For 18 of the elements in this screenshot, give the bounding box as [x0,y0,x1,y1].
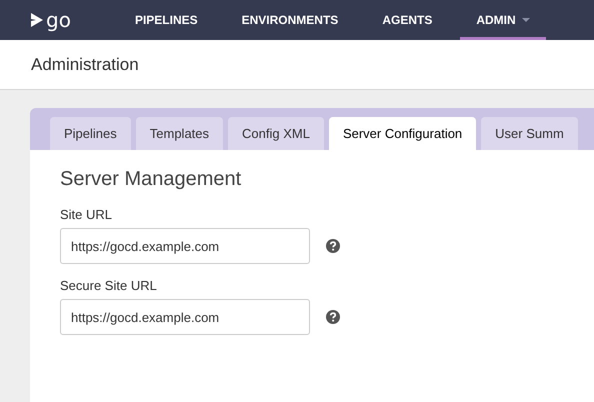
tab[interactable]: User Summ [481,117,578,150]
section-title: Server Management [60,168,242,191]
help-icon[interactable] [326,239,340,253]
field-label: Site URL [60,207,114,222]
help-icon[interactable] [326,310,340,324]
page-title: Administration [31,54,139,74]
tab[interactable]: Pipelines [50,117,131,150]
logo-link[interactable]: go [30,0,71,40]
tab[interactable]: Server Configuration [328,117,476,150]
nav-link[interactable]: PIPELINES [118,0,214,40]
nav-link[interactable]: ENVIRONMENTS [226,0,354,40]
tab[interactable]: Templates [136,117,224,150]
play-icon [30,12,44,28]
tab[interactable]: Config XML [228,117,324,150]
input-field[interactable]: https://gocd.example.com [60,228,310,264]
nav-link[interactable]: AGENTS [366,0,448,40]
input-field[interactable]: https://gocd.example.com [60,299,310,335]
field-label: Secure Site URL [60,278,158,293]
